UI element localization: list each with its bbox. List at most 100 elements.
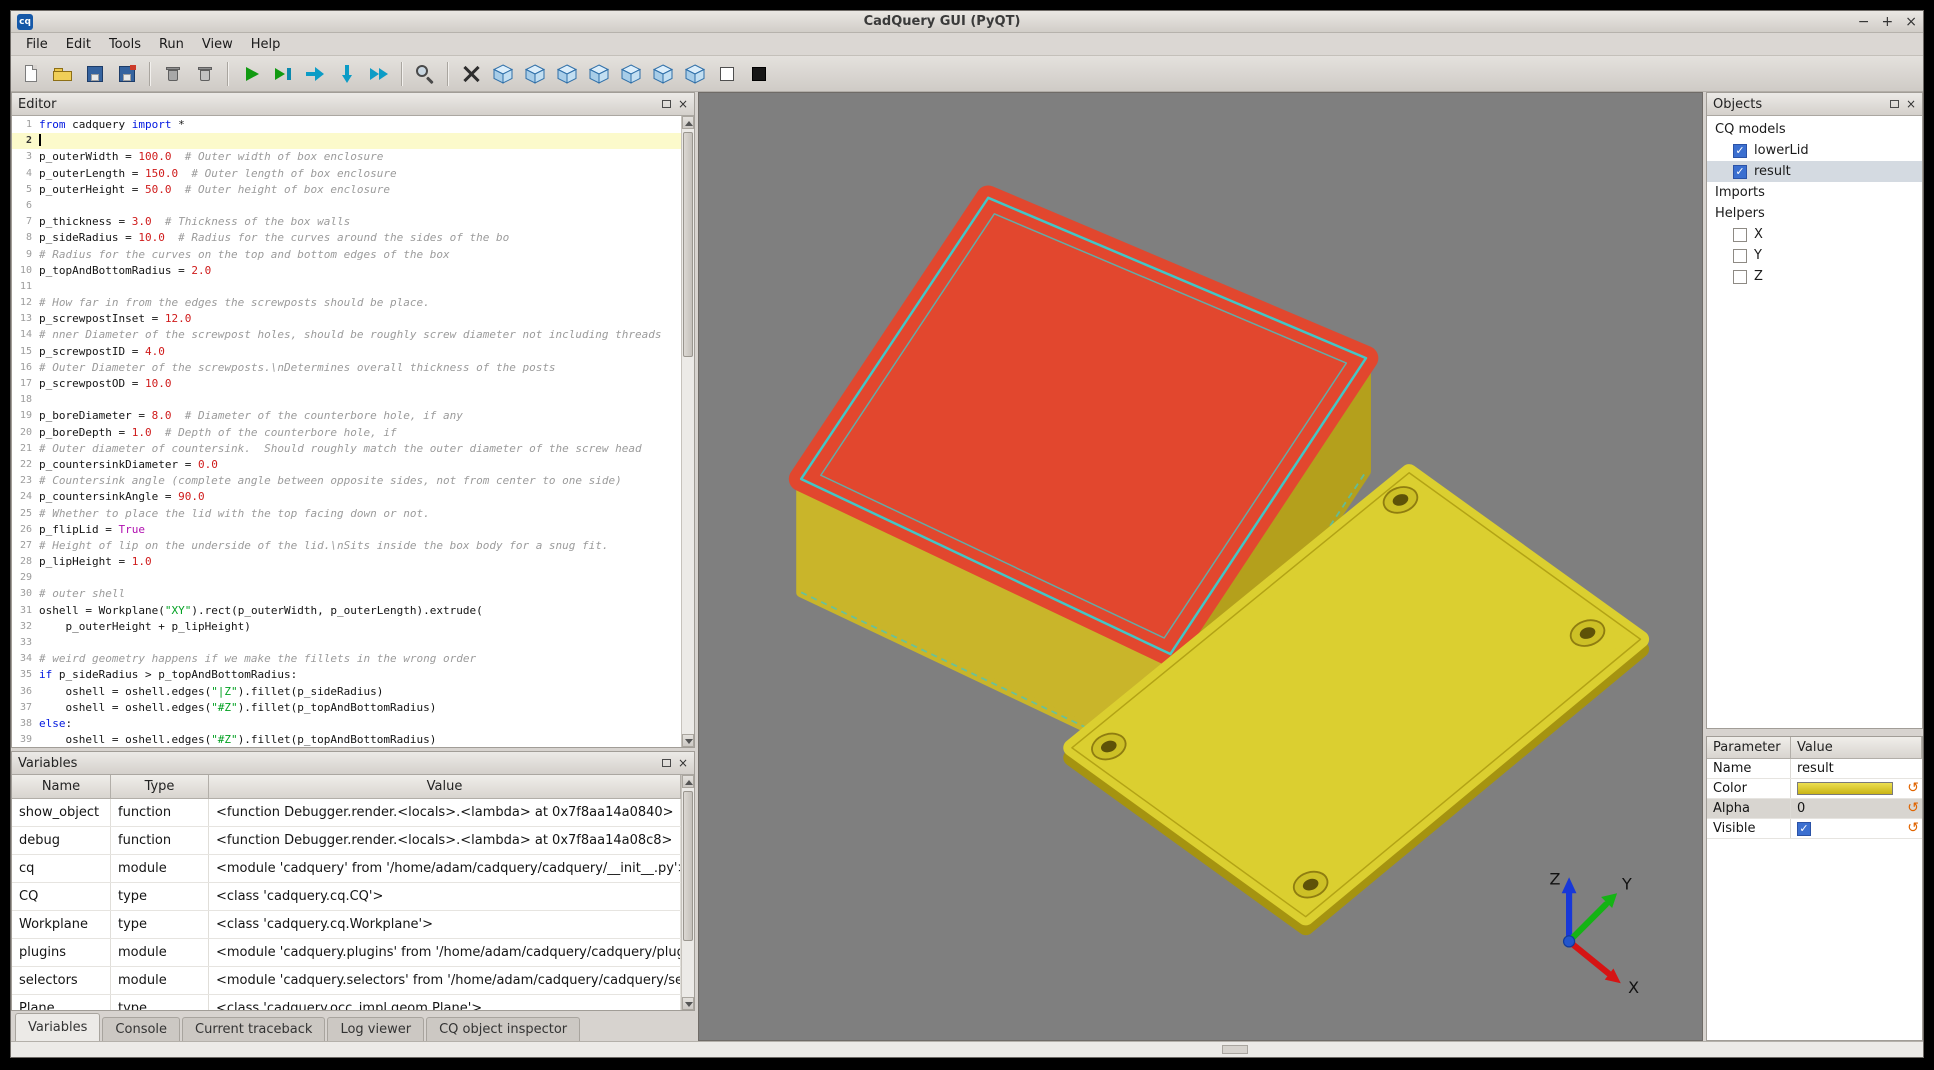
- editor-scrollbar[interactable]: [681, 116, 694, 747]
- menu-view[interactable]: View: [193, 33, 242, 55]
- code-line-10[interactable]: 10p_topAndBottomRadius = 2.0: [12, 263, 681, 279]
- checkbox[interactable]: [1733, 270, 1747, 284]
- tree-item-result[interactable]: ✓result: [1707, 161, 1922, 182]
- code-line-36[interactable]: 36 oshell = oshell.edges("|Z").fillet(p_…: [12, 684, 681, 700]
- menu-edit[interactable]: Edit: [57, 33, 100, 55]
- param-value[interactable]: ✓: [1791, 819, 1922, 838]
- render-button[interactable]: [236, 59, 266, 89]
- code-line-28[interactable]: 28p_lipHeight = 1.0: [12, 554, 681, 570]
- tree-item-y[interactable]: Y: [1707, 245, 1922, 266]
- code-line-24[interactable]: 24p_countersinkAngle = 90.0: [12, 489, 681, 505]
- tree-group-cq-models[interactable]: CQ models: [1707, 119, 1922, 140]
- table-row[interactable]: show_objectfunction<function Debugger.re…: [12, 799, 681, 827]
- code-line-38[interactable]: 38else:: [12, 716, 681, 732]
- debug-button[interactable]: [268, 59, 298, 89]
- tree-item-x[interactable]: X: [1707, 224, 1922, 245]
- parameter-header-cell[interactable]: Parameter: [1707, 737, 1791, 759]
- param-value[interactable]: 0: [1791, 799, 1922, 818]
- code-line-3[interactable]: 3p_outerWidth = 100.0 # Outer width of b…: [12, 149, 681, 165]
- step-into-button[interactable]: [332, 59, 362, 89]
- code-line-19[interactable]: 19p_boreDiameter = 8.0 # Diameter of the…: [12, 408, 681, 424]
- table-row[interactable]: pluginsmodule<module 'cadquery.plugins' …: [12, 939, 681, 967]
- new-file-button[interactable]: [16, 59, 46, 89]
- code-editor[interactable]: 1from cadquery import *23p_outerWidth = …: [12, 116, 694, 747]
- view-right-button[interactable]: [616, 59, 646, 89]
- tab-cq-object-inspector[interactable]: CQ object inspector: [426, 1017, 580, 1041]
- scroll-up-icon[interactable]: [682, 116, 694, 129]
- table-row[interactable]: Workplanetype<class 'cadquery.cq.Workpla…: [12, 911, 681, 939]
- checkbox[interactable]: [1733, 228, 1747, 242]
- step-button[interactable]: [300, 59, 330, 89]
- code-line-32[interactable]: 32 p_outerHeight + p_lipHeight): [12, 619, 681, 635]
- reset-icon[interactable]: ↺: [1907, 820, 1919, 837]
- wireframe-button[interactable]: [712, 59, 742, 89]
- variables-header-cell[interactable]: Value: [209, 775, 681, 799]
- tree-item-z[interactable]: Z: [1707, 266, 1922, 287]
- viewport-3d[interactable]: Z Y X: [698, 92, 1703, 1041]
- code-line-2[interactable]: 2: [12, 133, 681, 149]
- editor-float-icon[interactable]: [662, 100, 671, 108]
- code-line-34[interactable]: 34# weird geometry happens if we make th…: [12, 651, 681, 667]
- tab-variables[interactable]: Variables: [15, 1013, 100, 1041]
- view-left-button[interactable]: [584, 59, 614, 89]
- code-line-12[interactable]: 12# How far in from the edges the screwp…: [12, 295, 681, 311]
- variables-scrollbar-thumb[interactable]: [683, 791, 693, 941]
- code-line-4[interactable]: 4p_outerLength = 150.0 # Outer length of…: [12, 166, 681, 182]
- variables-header-cell[interactable]: Name: [12, 775, 111, 799]
- tree-item-lowerlid[interactable]: ✓lowerLid: [1707, 140, 1922, 161]
- code-line-21[interactable]: 21# Outer diameter of countersink. Shoul…: [12, 441, 681, 457]
- code-line-29[interactable]: 29: [12, 570, 681, 586]
- code-line-39[interactable]: 39 oshell = oshell.edges("#Z").fillet(p_…: [12, 732, 681, 747]
- code-line-25[interactable]: 25# Whether to place the lid with the to…: [12, 506, 681, 522]
- editor-dock-header[interactable]: Editor ×: [12, 93, 694, 116]
- table-row[interactable]: selectorsmodule<module 'cadquery.selecto…: [12, 967, 681, 995]
- tree-group-imports[interactable]: Imports: [1707, 182, 1922, 203]
- code-line-6[interactable]: 6: [12, 198, 681, 214]
- code-line-30[interactable]: 30# outer shell: [12, 586, 681, 602]
- code-line-22[interactable]: 22p_countersinkDiameter = 0.0: [12, 457, 681, 473]
- view-back-button[interactable]: [552, 59, 582, 89]
- code-line-17[interactable]: 17p_screwpostOD = 10.0: [12, 376, 681, 392]
- view-iso-button[interactable]: [488, 59, 518, 89]
- variables-scrollbar[interactable]: [681, 775, 694, 1010]
- code-line-1[interactable]: 1from cadquery import *: [12, 117, 681, 133]
- reset-icon[interactable]: ↺: [1907, 800, 1919, 817]
- dock-resize-grip[interactable]: [1222, 1045, 1248, 1054]
- tab-log-viewer[interactable]: Log viewer: [327, 1017, 424, 1041]
- variables-close-icon[interactable]: ×: [678, 758, 688, 768]
- table-row[interactable]: debugfunction<function Debugger.render.<…: [12, 827, 681, 855]
- close-button[interactable]: ×: [1905, 15, 1917, 29]
- parameter-header-cell[interactable]: Value: [1791, 737, 1922, 759]
- code-line-9[interactable]: 9# Radius for the curves on the top and …: [12, 247, 681, 263]
- objects-close-icon[interactable]: ×: [1906, 99, 1916, 109]
- fit-all-button[interactable]: [456, 59, 486, 89]
- maximize-button[interactable]: +: [1882, 15, 1894, 29]
- editor-scrollbar-thumb[interactable]: [683, 132, 693, 357]
- variables-dock-header[interactable]: Variables ×: [12, 752, 694, 775]
- open-file-button[interactable]: [48, 59, 78, 89]
- table-row[interactable]: cqmodule<module 'cadquery' from '/home/a…: [12, 855, 681, 883]
- table-row[interactable]: CQtype<class 'cadquery.cq.CQ'>: [12, 883, 681, 911]
- checkbox[interactable]: ✓: [1733, 144, 1747, 158]
- tab-console[interactable]: Console: [102, 1017, 180, 1041]
- editor-close-icon[interactable]: ×: [678, 99, 688, 109]
- menu-tools[interactable]: Tools: [100, 33, 150, 55]
- code-line-33[interactable]: 33: [12, 635, 681, 651]
- tab-current-traceback[interactable]: Current traceback: [182, 1017, 325, 1041]
- table-row[interactable]: Planetype<class 'cadquery.occ_impl.geom.…: [12, 995, 681, 1010]
- continue-button[interactable]: [364, 59, 394, 89]
- delete-button[interactable]: [158, 59, 188, 89]
- code-line-16[interactable]: 16# Outer Diameter of the screwposts.\nD…: [12, 360, 681, 376]
- param-value[interactable]: result: [1791, 759, 1922, 778]
- code-line-8[interactable]: 8p_sideRadius = 10.0 # Radius for the cu…: [12, 230, 681, 246]
- delete-all-button[interactable]: [190, 59, 220, 89]
- code-line-13[interactable]: 13p_screwpostInset = 12.0: [12, 311, 681, 327]
- menu-help[interactable]: Help: [242, 33, 290, 55]
- code-line-23[interactable]: 23# Countersink angle (complete angle be…: [12, 473, 681, 489]
- visible-checkbox[interactable]: ✓: [1797, 822, 1811, 836]
- code-line-7[interactable]: 7p_thickness = 3.0 # Thickness of the bo…: [12, 214, 681, 230]
- view-front-button[interactable]: [520, 59, 550, 89]
- code-line-20[interactable]: 20p_boreDepth = 1.0 # Depth of the count…: [12, 425, 681, 441]
- code-line-35[interactable]: 35if p_sideRadius > p_topAndBottomRadius…: [12, 667, 681, 683]
- variables-scroll-down-icon[interactable]: [682, 997, 694, 1010]
